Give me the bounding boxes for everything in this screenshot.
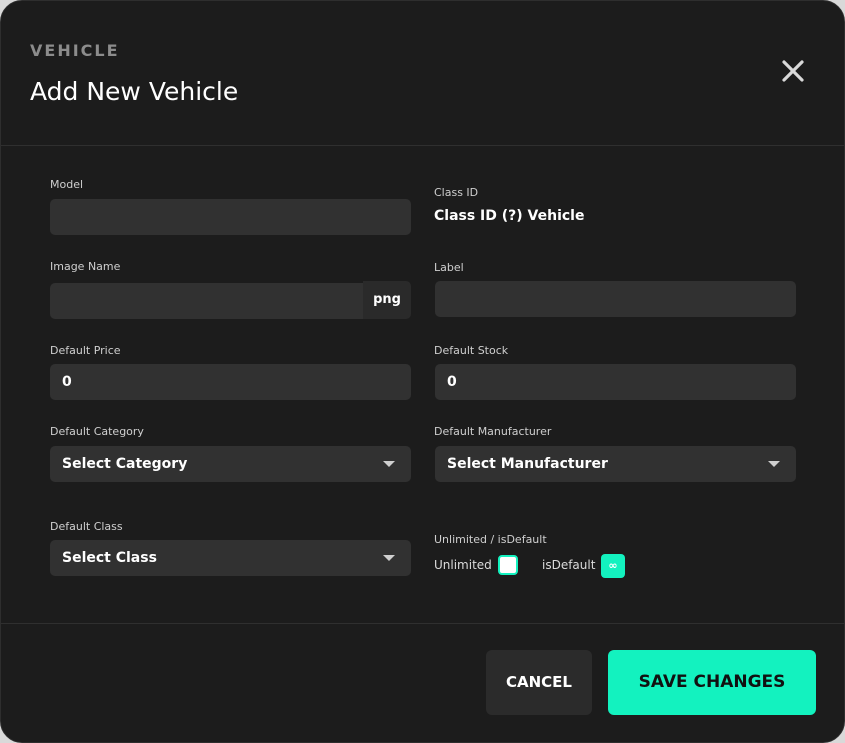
save-changes-button[interactable]: SAVE CHANGES [608, 650, 816, 715]
default-class-select[interactable]: Select Class [50, 540, 411, 576]
image-name-label: Image Name [50, 260, 121, 273]
label-input[interactable] [435, 281, 796, 317]
isdefault-checkbox[interactable]: ∞ [601, 554, 625, 578]
default-manufacturer-selected: Select Manufacturer [447, 456, 608, 472]
default-manufacturer-select[interactable]: Select Manufacturer [435, 446, 796, 482]
default-category-selected: Select Category [62, 456, 188, 472]
default-category-select[interactable]: Select Category [50, 446, 411, 482]
default-class-selected: Select Class [62, 550, 157, 566]
default-class-label: Default Class [50, 520, 123, 533]
modal-header: VEHICLE Add New Vehicle [1, 1, 844, 146]
label-label: Label [434, 261, 464, 274]
default-manufacturer-label: Default Manufacturer [434, 425, 552, 438]
model-input[interactable] [50, 199, 411, 235]
footer-divider [1, 623, 844, 624]
close-icon[interactable] [777, 55, 809, 87]
chevron-down-icon [383, 461, 395, 467]
image-extension-suffix: png [363, 281, 411, 319]
add-vehicle-modal: VEHICLE Add New Vehicle Model Class ID C… [0, 0, 845, 743]
class-id-value: Class ID (?) Vehicle [434, 208, 585, 224]
default-category-label: Default Category [50, 425, 144, 438]
cancel-button[interactable]: CANCEL [486, 650, 592, 715]
unlimited-checkbox[interactable] [498, 555, 518, 575]
unlimited-isdefault-label: Unlimited / isDefault [434, 533, 547, 546]
unlimited-checkbox-label: Unlimited [434, 558, 492, 572]
default-price-input[interactable]: 0 [50, 364, 411, 400]
model-label: Model [50, 178, 84, 191]
chevron-down-icon [768, 461, 780, 467]
default-stock-label: Default Stock [434, 344, 509, 357]
modal-title: Add New Vehicle [30, 77, 239, 106]
default-stock-input[interactable]: 0 [435, 364, 796, 400]
modal-eyebrow: VEHICLE [30, 41, 120, 60]
chevron-down-icon [383, 555, 395, 561]
class-id-label: Class ID [434, 186, 479, 199]
isdefault-checkbox-label: isDefault [542, 558, 596, 572]
image-name-input[interactable] [50, 283, 363, 319]
infinity-icon: ∞ [608, 559, 618, 572]
default-price-label: Default Price [50, 344, 121, 357]
